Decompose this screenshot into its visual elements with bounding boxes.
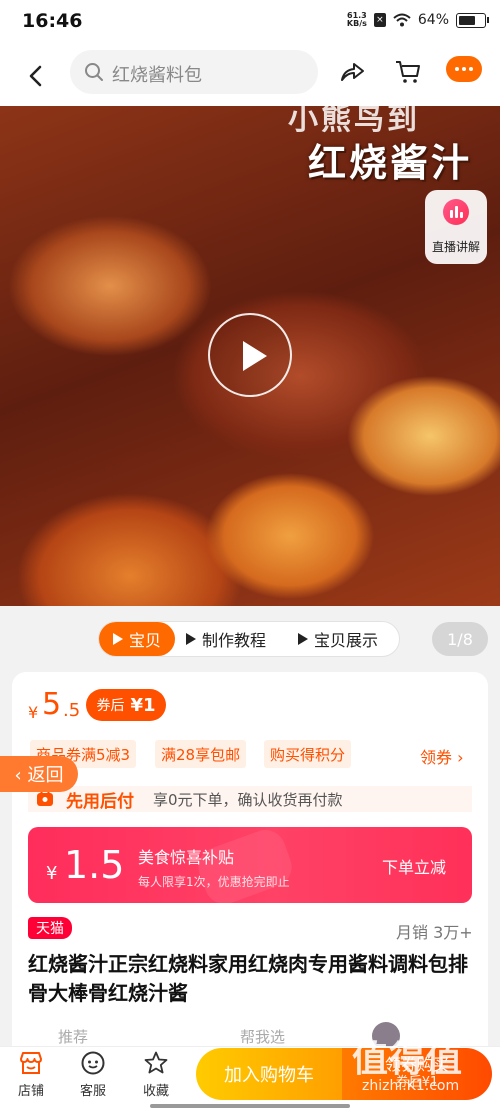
cart-icon[interactable] (394, 58, 422, 86)
pay-later-title: 先用后付 (66, 792, 134, 812)
play-triangle-icon (112, 633, 123, 645)
subsidy-cta[interactable]: 下单立减 (382, 854, 446, 878)
video-overlay-text: 红烧酱汁 (307, 141, 472, 185)
subsidy-price-symbol: ¥ (46, 863, 58, 884)
tab-tutorial[interactable]: 制作教程 (186, 622, 266, 656)
subsidy-title: 美食惊喜补贴 (138, 848, 235, 867)
watermark-url: zhizhi.K1.com (362, 1078, 460, 1094)
live-explain-label: 直播讲解 (431, 240, 480, 254)
back-icon[interactable] (22, 62, 50, 90)
customer-service-button[interactable]: 客服 (65, 1050, 121, 1099)
play-triangle-icon (298, 633, 308, 645)
play-triangle-icon (186, 633, 196, 645)
search-icon (85, 63, 103, 81)
live-icon (443, 199, 469, 225)
price-integer: 5 (42, 687, 62, 722)
battery-percent: 64% (417, 12, 449, 28)
tab-showcase[interactable]: 宝贝展示 (298, 622, 378, 656)
recommend-tab[interactable]: 推荐 (58, 1026, 88, 1047)
after-coupon-badge: 券后 ¥1 (86, 689, 166, 721)
wifi-icon (393, 13, 411, 27)
service-icon (81, 1051, 105, 1075)
pay-later-desc: 享0元下单，确认收货再付款 (153, 791, 343, 809)
subsidy-subtitle: 每人限享1次，优惠抢完即止 (138, 875, 290, 889)
monthly-sales: 月销 3万+ (396, 923, 473, 942)
notification-icon: × (373, 13, 386, 27)
status-time: 16:46 (22, 10, 83, 32)
return-button[interactable]: ‹ 返回 (0, 756, 78, 792)
favorite-button[interactable]: 收藏 (128, 1050, 184, 1099)
home-indicator (150, 1104, 350, 1108)
get-coupon-link[interactable]: 领券 › (420, 744, 464, 768)
star-icon (144, 1051, 168, 1074)
subsidy-price: 1.5 (64, 843, 125, 887)
net-speed: 61.3 KB/s (346, 11, 367, 28)
search-query: 红烧酱料包 (112, 65, 202, 86)
tmall-badge: 天猫 (28, 917, 72, 939)
help-choose-tab[interactable]: 帮我选 (240, 1026, 285, 1047)
status-icons: 61.3 KB/s × 64% (346, 11, 489, 28)
share-icon[interactable] (338, 58, 366, 86)
product-title: 红烧酱汁正宗红烧料家用红烧肉专用酱料调料包排骨大棒骨红烧汁酱 (28, 952, 468, 1005)
shop-icon (20, 1052, 42, 1074)
image-counter: 1/8 (432, 622, 488, 656)
shop-button[interactable]: 店铺 (3, 1050, 59, 1099)
play-icon[interactable] (208, 313, 292, 397)
more-icon[interactable] (446, 56, 482, 82)
price-symbol: ¥ (28, 703, 39, 722)
add-to-cart-button[interactable]: 加入购物车 (196, 1048, 342, 1100)
watermark-logo: 值得值 (352, 1039, 464, 1080)
tab-product[interactable]: 宝贝 (99, 622, 175, 656)
battery-icon (456, 12, 489, 28)
price-decimal: .5 (63, 700, 81, 721)
promo-chip[interactable]: 购买得积分 (264, 740, 352, 768)
promo-chip[interactable]: 满28享包邮 (155, 740, 247, 768)
